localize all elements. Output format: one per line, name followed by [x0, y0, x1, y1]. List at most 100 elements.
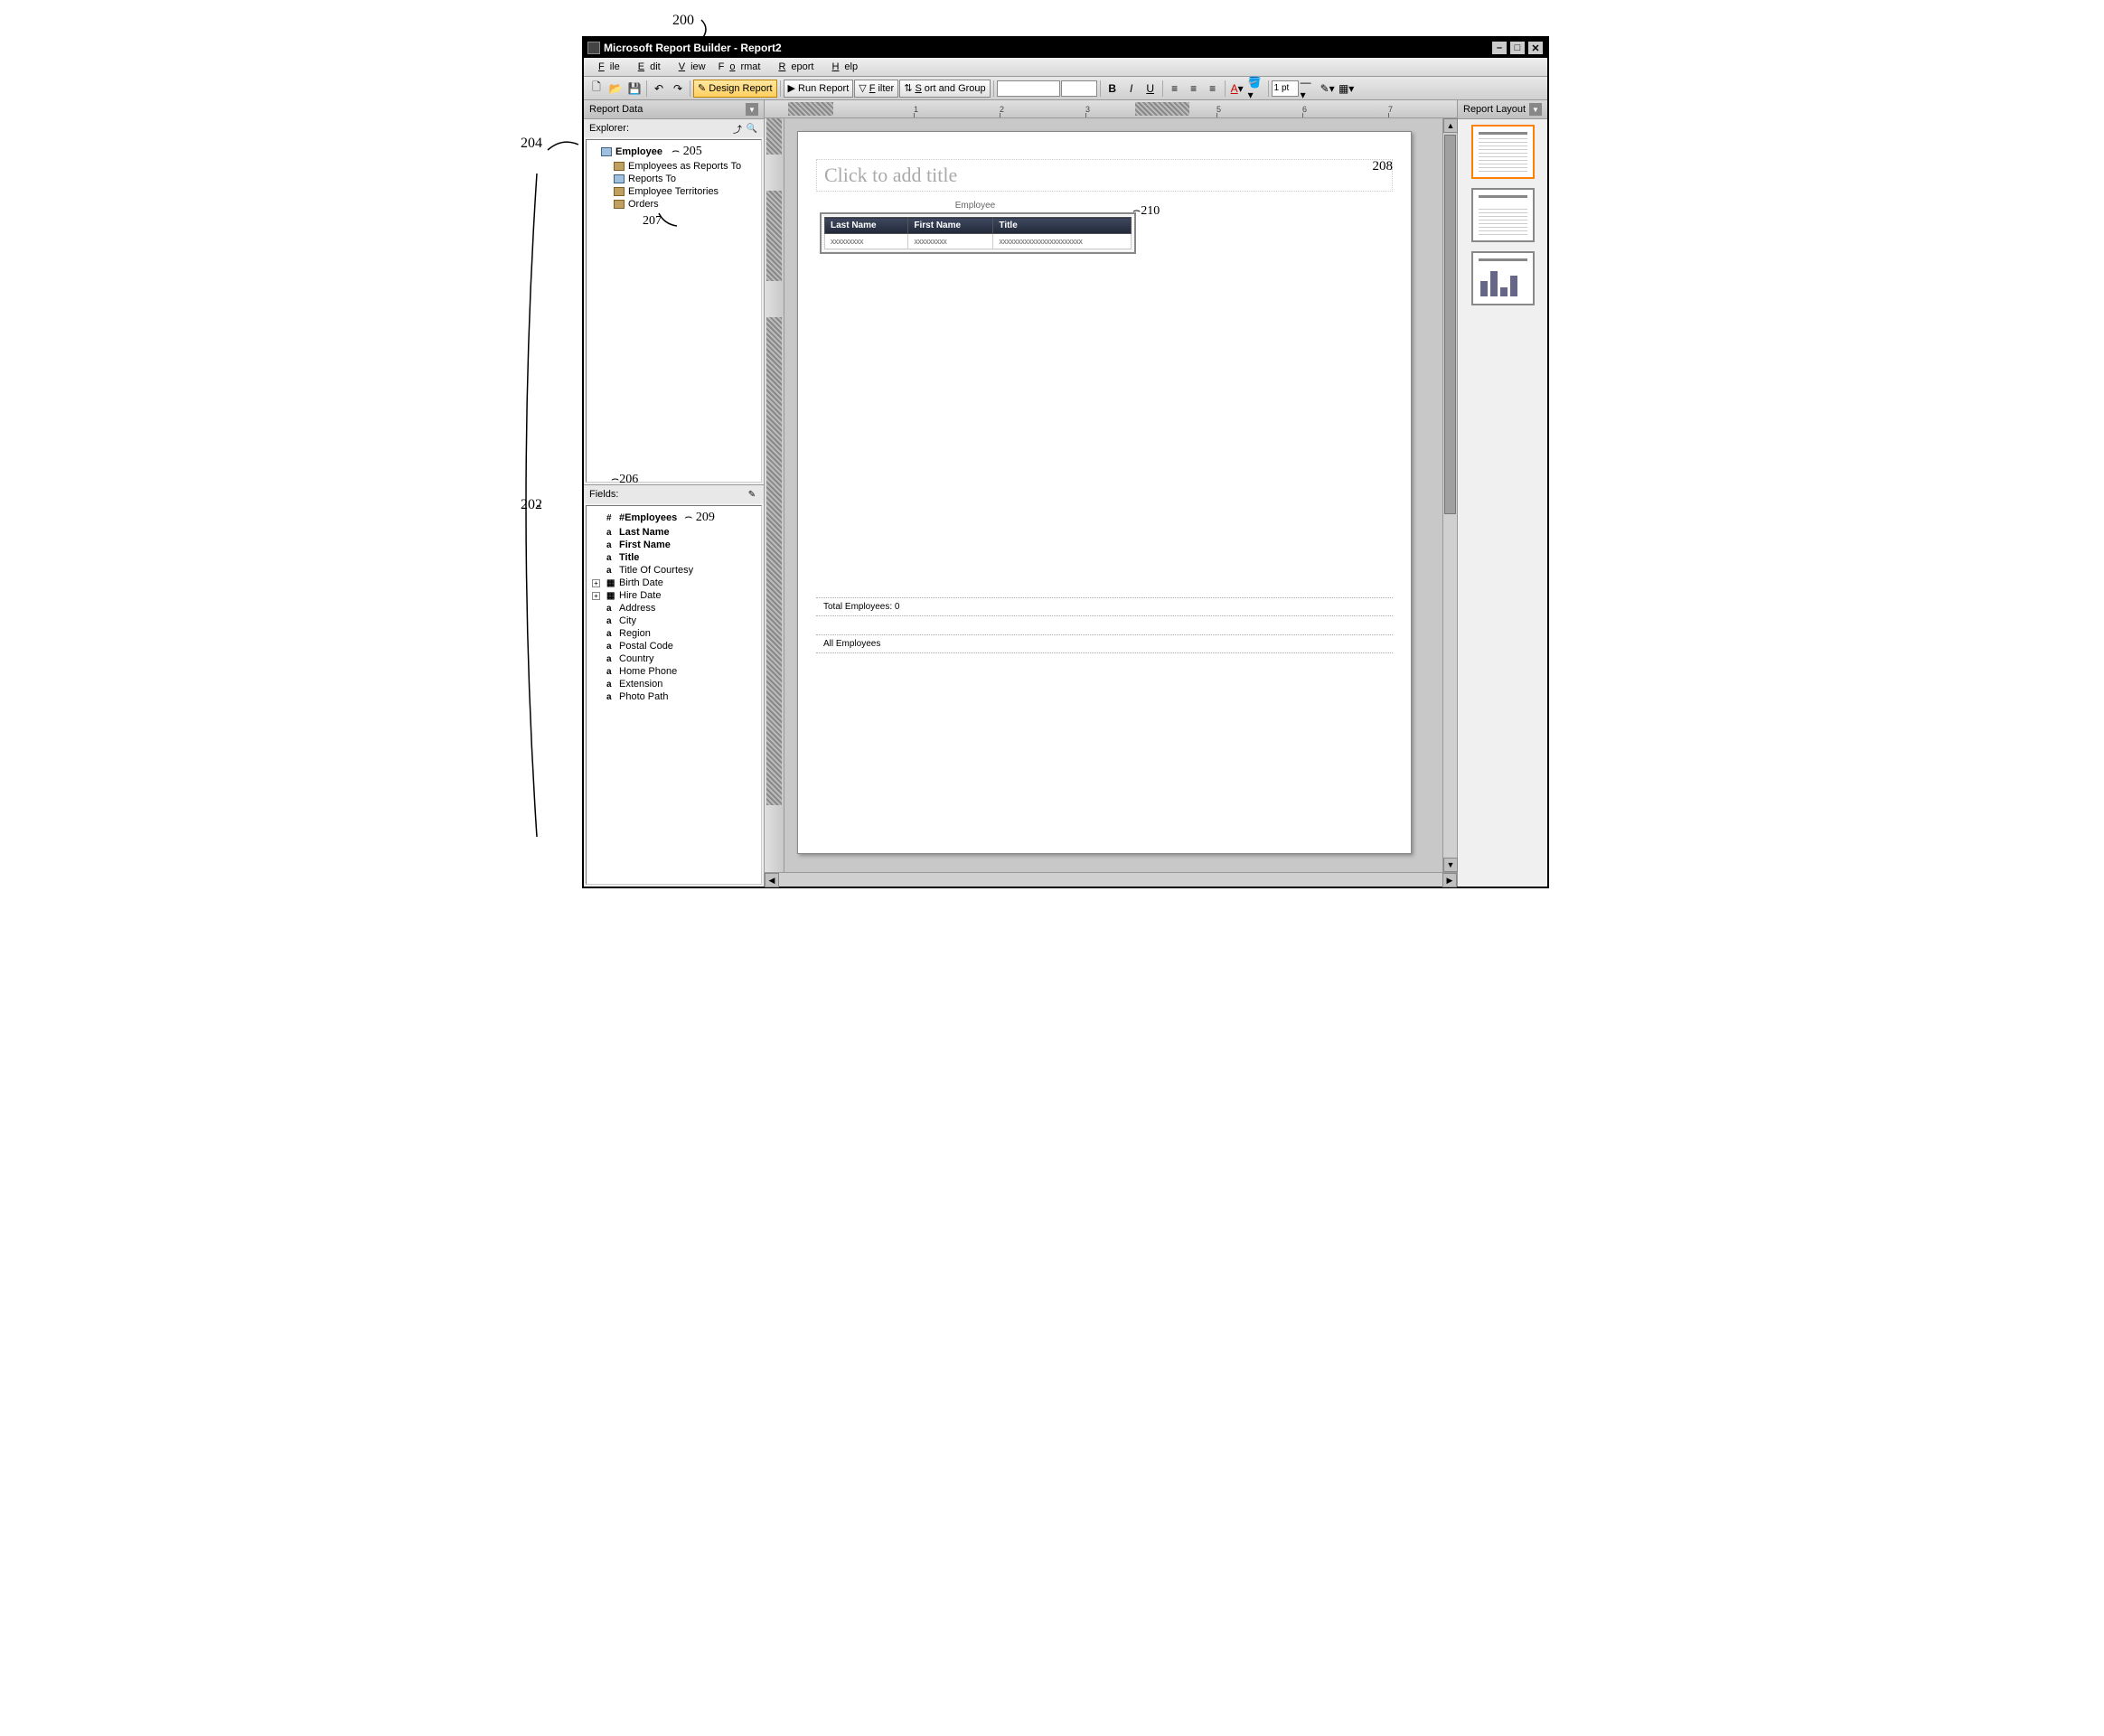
table-row[interactable]: xxxxxxxxx xxxxxxxxx xxxxxxxxxxxxxxxxxxxx…	[825, 234, 1132, 249]
menu-format[interactable]: Format	[713, 60, 766, 74]
field-firstname[interactable]: aFirst Name	[588, 539, 759, 551]
borders-icon[interactable]: ▦▾	[1338, 80, 1356, 98]
expand-icon[interactable]: +	[592, 579, 600, 587]
field-homephone[interactable]: aHome Phone	[588, 665, 759, 678]
menu-report[interactable]: Report	[767, 60, 819, 74]
align-left-icon[interactable]: ≡	[1166, 80, 1184, 98]
expand-icon[interactable]: +	[592, 592, 600, 600]
report-layout-header[interactable]: Report Layout ▼	[1458, 100, 1547, 119]
layout-chart-template[interactable]	[1471, 251, 1535, 305]
column-header-firstname[interactable]: First Name	[908, 218, 993, 234]
line-style-icon[interactable]: —▾	[1300, 80, 1318, 98]
minimize-button[interactable]: –	[1491, 41, 1508, 55]
scroll-up-icon[interactable]: ▲	[1443, 118, 1458, 133]
design-report-button[interactable]: ✎Design Report	[693, 80, 777, 98]
text-field-icon: a	[606, 654, 615, 664]
field-city[interactable]: aCity	[588, 615, 759, 627]
field-photopath[interactable]: aPhoto Path	[588, 690, 759, 703]
font-size-input[interactable]	[1061, 80, 1097, 97]
report-canvas[interactable]: 208 Click to add title ⌢210 Employee Las…	[797, 131, 1412, 854]
scroll-right-icon[interactable]: ▶	[1442, 873, 1457, 887]
undo-icon[interactable]: ↶	[650, 80, 668, 98]
cell-firstname[interactable]: xxxxxxxxx	[908, 234, 993, 249]
tree-item-territories[interactable]: Employee Territories	[588, 185, 759, 198]
text-field-icon: a	[606, 667, 615, 677]
annotation-202: 202	[521, 497, 542, 513]
chevron-down-icon[interactable]: ▼	[1529, 103, 1542, 116]
field-title[interactable]: aTitle	[588, 551, 759, 564]
line-color-icon[interactable]: ✎▾	[1319, 80, 1337, 98]
layout-matrix-template[interactable]	[1471, 188, 1535, 242]
close-button[interactable]: ✕	[1527, 41, 1544, 55]
fill-color-icon[interactable]: 🪣▾	[1247, 80, 1265, 98]
canvas-scroll-area[interactable]: 208 Click to add title ⌢210 Employee Las…	[784, 118, 1457, 872]
date-field-icon: ▦	[606, 578, 615, 588]
column-header-lastname[interactable]: Last Name	[825, 218, 908, 234]
chevron-down-icon[interactable]: ▼	[746, 103, 758, 116]
text-field-icon: a	[606, 553, 615, 563]
menu-file[interactable]: File	[587, 60, 625, 74]
save-icon[interactable]: 💾	[625, 80, 643, 98]
align-center-icon[interactable]: ≡	[1185, 80, 1203, 98]
vertical-ruler[interactable]	[765, 118, 784, 872]
report-table[interactable]: Last Name First Name Title xxxxxxxxx xxx…	[820, 212, 1136, 254]
filter-button[interactable]: ▽Filter	[854, 80, 898, 98]
border-width-input[interactable]	[1272, 80, 1299, 97]
total-row[interactable]: Total Employees: 0	[816, 597, 1393, 616]
run-report-button[interactable]: ▶Run Report	[784, 80, 854, 98]
filter-summary-row[interactable]: All Employees	[816, 634, 1393, 653]
text-field-icon: a	[606, 528, 615, 538]
text-field-icon: a	[606, 604, 615, 614]
layout-table-template[interactable]	[1471, 125, 1535, 179]
scroll-thumb[interactable]	[1444, 135, 1456, 514]
underline-button[interactable]: U	[1141, 80, 1160, 98]
search-icon[interactable]: 🔍	[746, 122, 758, 135]
left-panel: Report Data ▼ Explorer: ⤴ 🔍 Employee	[584, 100, 765, 887]
open-icon[interactable]: 📂	[606, 80, 625, 98]
field-country[interactable]: aCountry	[588, 652, 759, 665]
tree-item-reports-to[interactable]: Reports To	[588, 173, 759, 185]
scroll-down-icon[interactable]: ▼	[1443, 858, 1458, 872]
italic-button[interactable]: I	[1122, 80, 1141, 98]
column-header-title[interactable]: Title	[993, 218, 1132, 234]
up-level-icon[interactable]: ⤴	[731, 122, 744, 135]
field-region[interactable]: aRegion	[588, 627, 759, 640]
vertical-scrollbar[interactable]: ▲ ▼	[1442, 118, 1457, 872]
field-address[interactable]: aAddress	[588, 602, 759, 615]
menu-help[interactable]: Help	[821, 60, 863, 74]
horizontal-ruler[interactable]: 1 2 3 5 6 7	[765, 100, 1457, 118]
field-postal[interactable]: aPostal Code	[588, 640, 759, 652]
field-birthdate[interactable]: +▦Birth Date	[588, 577, 759, 589]
fields-label: Fields:	[589, 489, 618, 500]
app-window: Microsoft Report Builder - Report2 – □ ✕…	[582, 36, 1549, 888]
field-lastname[interactable]: aLast Name	[588, 526, 759, 539]
new-field-icon[interactable]: ✎	[746, 488, 758, 501]
fields-section: ⌢206 Fields: ✎ # #Employees ⌢ 209 aLast …	[584, 485, 764, 887]
menu-edit[interactable]: Edit	[627, 60, 666, 74]
cell-title[interactable]: xxxxxxxxxxxxxxxxxxxxxxx	[993, 234, 1132, 249]
field-extension[interactable]: aExtension	[588, 678, 759, 690]
horizontal-scrollbar[interactable]: ◀ ▶	[765, 872, 1457, 887]
titlebar-text: Microsoft Report Builder - Report2	[604, 42, 1491, 54]
align-right-icon[interactable]: ≡	[1204, 80, 1222, 98]
maximize-button[interactable]: □	[1509, 41, 1526, 55]
field-count-employees[interactable]: # #Employees ⌢ 209	[588, 510, 759, 526]
field-courtesy[interactable]: aTitle Of Courtesy	[588, 564, 759, 577]
annotation-205: ⌢ 205	[672, 145, 702, 159]
sort-group-button[interactable]: ⇅Sort and Group	[899, 80, 990, 98]
report-data-header[interactable]: Report Data ▼	[584, 100, 764, 119]
cell-lastname[interactable]: xxxxxxxxx	[825, 234, 908, 249]
menu-view[interactable]: View	[668, 60, 711, 74]
bold-button[interactable]: B	[1104, 80, 1122, 98]
scroll-left-icon[interactable]: ◀	[765, 873, 779, 887]
tree-item-employee[interactable]: Employee ⌢ 205	[588, 144, 759, 160]
date-field-icon: ▦	[606, 591, 615, 601]
redo-icon[interactable]: ↷	[669, 80, 687, 98]
field-hiredate[interactable]: +▦Hire Date	[588, 589, 759, 602]
font-color-icon[interactable]: A▾	[1228, 80, 1246, 98]
new-icon[interactable]: 🗋	[587, 80, 606, 98]
font-family-input[interactable]	[997, 80, 1060, 97]
tree-item-orders[interactable]: Orders	[588, 198, 759, 211]
tree-item-reports-to-role[interactable]: Employees as Reports To	[588, 160, 759, 173]
title-textbox[interactable]: Click to add title	[816, 159, 1393, 192]
